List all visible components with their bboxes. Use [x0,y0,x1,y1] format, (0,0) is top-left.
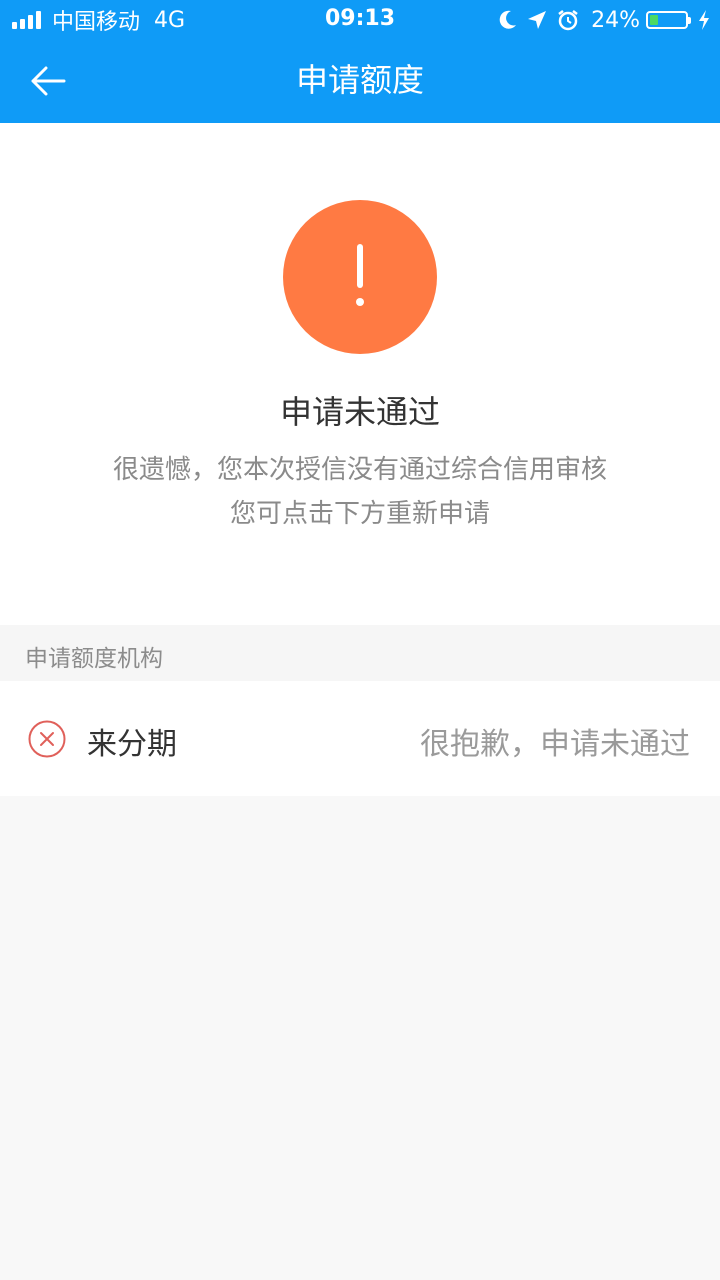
app-header: 中国移动 4G 09:13 24% 申请额度 [0,0,720,123]
institution-name: 来分期 [87,727,177,762]
status-bar: 中国移动 4G 09:13 24% [0,0,720,40]
page-title: 申请额度 [295,61,424,99]
x-circle-icon [28,720,66,758]
institution-status: 很抱歉，申请未通过 [420,727,690,762]
moon-icon [499,10,517,30]
status-right: 24% [489,5,710,35]
institutions-section-header: 申请额度机构 [0,625,720,681]
alarm-icon [557,9,579,31]
battery-icon [646,11,691,29]
result-description-line-1: 很遗憾，您本次授信没有通过综合信用审核 [112,455,607,485]
location-arrow-icon [527,10,547,30]
result-card: 申请未通过 很遗憾，您本次授信没有通过综合信用审核 您可点击下方重新申请 [0,123,720,625]
section-title: 申请额度机构 [25,646,163,672]
navigation-bar: 申请额度 [0,40,720,123]
battery-level-fill [650,15,658,25]
list-item[interactable]: 来分期 很抱歉，申请未通过 [0,681,720,796]
exclamation-icon [283,200,437,354]
charging-bolt-icon [698,10,710,30]
battery-percent: 24% [591,7,640,33]
result-title: 申请未通过 [279,393,440,431]
result-description-line-2: 您可点击下方重新申请 [229,499,490,529]
